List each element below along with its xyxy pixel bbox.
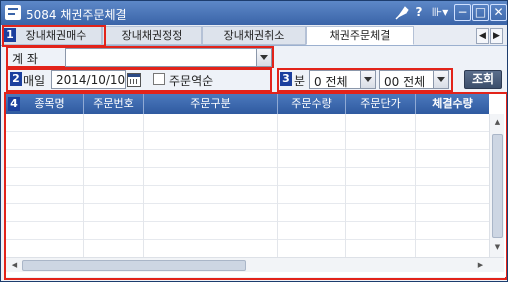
- reverse-order-checkbox[interactable]: [153, 73, 165, 85]
- query-button[interactable]: 조회: [464, 70, 502, 89]
- maximize-button[interactable]: □: [472, 4, 489, 21]
- table-row[interactable]: [6, 186, 489, 204]
- table-row[interactable]: [6, 114, 489, 132]
- callout-box-1: [2, 25, 106, 47]
- tab-bond-modify[interactable]: 장내채권정정: [102, 26, 202, 45]
- account-select[interactable]: [65, 48, 272, 67]
- execution-type-select[interactable]: 00 전체: [379, 70, 449, 89]
- order-type-value: 0 전체: [314, 75, 348, 89]
- app-icon: [5, 5, 21, 20]
- date-label: 매일: [23, 74, 46, 88]
- tab-scroll-left-button[interactable]: ◀: [476, 28, 489, 44]
- tab-label: 장내채권정정: [121, 29, 183, 42]
- table-row[interactable]: [6, 132, 489, 150]
- tab-bond-cancel[interactable]: 장내채권취소: [202, 26, 306, 45]
- account-label: 계 좌: [12, 52, 38, 66]
- column-divider: [277, 114, 278, 257]
- main-window: 5084 채권주문체결 ? ⊪▾ − □ ✕ 장내채권매수 장내채권정정 장내채…: [0, 0, 508, 282]
- column-header[interactable]: 주문수량: [278, 94, 346, 114]
- help-icon[interactable]: ?: [413, 4, 425, 21]
- tab-bond-order-execution[interactable]: 채권주문체결: [306, 26, 414, 45]
- column-header[interactable]: 주문단가: [346, 94, 416, 114]
- date-value: 2014/10/10: [56, 73, 126, 87]
- reverse-order-label: 주문역순: [169, 74, 214, 88]
- vertical-scroll-thumb[interactable]: [492, 134, 503, 238]
- close-button[interactable]: ✕: [490, 4, 507, 21]
- minimize-button[interactable]: −: [454, 4, 471, 21]
- title-bar: 5084 채권주문체결 ? ⊪▾ − □ ✕: [1, 1, 507, 25]
- column-divider: [415, 114, 416, 257]
- chevron-down-icon[interactable]: [360, 71, 375, 88]
- pin-icon[interactable]: [395, 4, 409, 21]
- vertical-scrollbar[interactable]: ▲ ▼: [489, 114, 504, 257]
- table-row[interactable]: [6, 240, 489, 257]
- table-row[interactable]: [6, 204, 489, 222]
- column-header[interactable]: 체결수량: [416, 94, 489, 114]
- filter-label: 분: [294, 74, 306, 88]
- order-grid: 종목명 주문번호 주문구분 주문수량 주문단가 체결수량 4 ▲ ▼ ◀ ▶: [6, 94, 506, 277]
- order-type-select[interactable]: 0 전체: [309, 70, 376, 89]
- callout-badge-4: 4: [8, 97, 20, 111]
- scroll-right-icon[interactable]: ▶: [474, 259, 487, 272]
- execution-type-value: 00 전체: [384, 75, 426, 89]
- tab-scroll-right-button[interactable]: ▶: [490, 28, 503, 44]
- calendar-icon[interactable]: [127, 73, 141, 87]
- column-divider: [345, 114, 346, 257]
- scroll-down-icon[interactable]: ▼: [491, 241, 504, 254]
- column-header[interactable]: 주문번호: [84, 94, 144, 114]
- window-title: 5084 채권주문체결: [26, 8, 127, 22]
- callout-badge-3: 3: [280, 72, 292, 86]
- chevron-down-icon[interactable]: [256, 49, 271, 66]
- horizontal-scroll-thumb[interactable]: [22, 260, 246, 271]
- tab-label: 채권주문체결: [329, 29, 391, 42]
- date-input[interactable]: 2014/10/10: [51, 70, 126, 89]
- grid-body[interactable]: [6, 114, 489, 257]
- chevron-down-icon[interactable]: [433, 71, 448, 88]
- callout-badge-2: 2: [10, 72, 22, 86]
- tab-label: 장내채권취소: [223, 29, 285, 42]
- column-divider: [83, 114, 84, 257]
- table-row[interactable]: [6, 168, 489, 186]
- scroll-left-icon[interactable]: ◀: [8, 259, 21, 272]
- table-row[interactable]: [6, 150, 489, 168]
- column-divider: [143, 114, 144, 257]
- column-header[interactable]: 주문구분: [144, 94, 278, 114]
- menu-icon[interactable]: ⊪▾: [429, 4, 451, 21]
- scroll-up-icon[interactable]: ▲: [491, 116, 504, 129]
- grid-header: 종목명 주문번호 주문구분 주문수량 주문단가 체결수량: [6, 94, 489, 114]
- horizontal-scrollbar[interactable]: ◀ ▶: [6, 257, 504, 272]
- table-row[interactable]: [6, 222, 489, 240]
